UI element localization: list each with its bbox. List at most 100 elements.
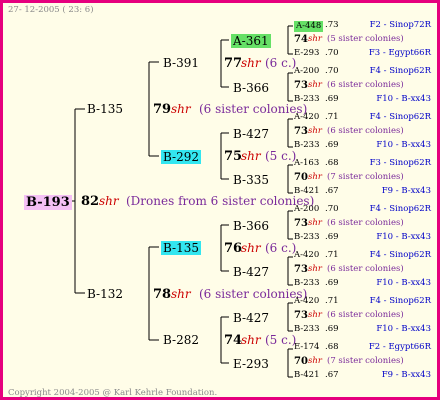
gen6-origin: F10 - B-xx43 [376,324,431,334]
gen6-origin: F4 - Sinop62R [369,204,431,214]
gen6-origin: F10 - B-xx43 [376,94,431,104]
gen6-origin: F4 - Sinop62R [369,250,431,260]
gen4-note: (6 c.) [265,56,297,70]
copyright: Copyright 2004-2005 @ Karl Kehrle Founda… [8,388,218,398]
gen6-colony: A-448 [294,21,324,32]
gen6-colony: B-421 [294,186,320,196]
gen3-colony: B-391 [163,56,199,70]
gen6-count: 73 [294,264,308,275]
gen6-value: .68 [325,342,339,352]
gen4-shr: shr [241,149,261,163]
gen6-colony: A-200 [294,66,320,76]
gen2-bottom-count: 78 [153,287,172,302]
gen6-note: (6 sister colonies) [327,310,404,320]
gen6-count: 73 [294,218,308,229]
gen6-origin: F3 - Sinop62R [369,158,431,168]
gen2-top-note: (6 sister colonies) [199,102,308,116]
gen5-colony: E-293 [233,357,269,371]
gen6-shr: shr [308,80,322,90]
gen6-count: 70 [294,356,308,367]
gen2-top-count: 79 [153,102,172,117]
gen4-count: 75 [224,149,243,164]
gen2-bottom-note: (6 sister colonies) [199,287,308,301]
gen5-colony: B-335 [233,173,269,187]
gen4-shr: shr [241,241,261,255]
gen5-colony: B-427 [233,265,269,279]
gen6-value: .71 [325,112,339,122]
gen4-note: (6 c.) [265,241,297,255]
gen4-note: (5 c.) [265,149,297,163]
gen6-colony: B-233 [294,232,320,242]
gen6-origin: F4 - Sinop62R [369,296,431,306]
gen4-shr: shr [241,333,261,347]
root-note: (Drones from 6 sister colonies) [126,194,315,208]
gen5-colony: B-427 [233,311,269,325]
gen6-shr: shr [308,264,322,274]
gen6-colony: A-420 [294,250,320,260]
gen6-value: .69 [325,140,339,150]
gen6-colony: B-233 [294,94,320,104]
gen6-note: (6 sister colonies) [327,80,404,90]
gen3-colony: B-282 [163,333,199,347]
gen6-value: .70 [325,48,339,58]
gen4-note: (5 c.) [265,333,297,347]
gen6-value: .69 [325,324,339,334]
gen6-colony: B-421 [294,370,320,380]
gen6-shr: shr [308,126,322,136]
gen4-shr: shr [241,56,261,70]
gen6-value: .71 [325,250,339,260]
gen6-origin: F3 - Egypt66R [368,48,431,58]
gen5-colony: B-366 [233,219,269,233]
gen6-origin: F10 - B-xx43 [376,232,431,242]
gen6-note: (5 sister colonies) [327,34,404,44]
gen6-count: 73 [294,310,308,321]
gen6-origin: F9 - B-xx43 [381,370,431,380]
gen6-colony: B-233 [294,140,320,150]
gen6-value: .68 [325,158,339,168]
gen6-shr: shr [308,172,322,182]
gen6-origin: F4 - Sinop62R [369,112,431,122]
gen2-bottom-shr: shr [171,287,191,301]
gen6-colony: A-163 [294,158,320,168]
gen6-colony: A-200 [294,204,320,214]
gen6-value: .73 [325,20,339,30]
gen6-count: 73 [294,80,308,91]
gen6-origin: F2 - Sinop72R [369,20,431,30]
gen6-origin: F4 - Sinop62R [369,66,431,76]
gen6-count: 74 [294,34,308,45]
gen4-count: 77 [224,56,243,71]
gen3-colony: B-292 [161,150,201,164]
gen6-colony: E-174 [294,342,320,352]
gen1-bottom-colony: B-132 [87,287,123,301]
gen6-note: (6 sister colonies) [327,218,404,228]
gen6-shr: shr [308,310,322,320]
gen6-shr: shr [308,218,322,228]
gen6-value: .69 [325,278,339,288]
gen6-value: .69 [325,232,339,242]
gen6-value: .70 [325,204,339,214]
gen6-shr: shr [308,34,322,44]
root-colony: B-193 [24,195,72,210]
root-count: 82 [81,194,100,209]
gen6-value: .70 [325,66,339,76]
gen6-value: .67 [325,186,339,196]
gen4-count: 74 [224,333,243,348]
pedigree-frame: 27- 12-2005 ( 23: 6) Copyright 2004-2005… [0,0,440,400]
gen6-count: 73 [294,126,308,137]
date-stamp: 27- 12-2005 ( 23: 6) [8,5,94,15]
gen4-count: 76 [224,241,243,256]
gen6-colony: A-420 [294,112,320,122]
gen6-colony: A-420 [294,296,320,306]
gen6-origin: F10 - B-xx43 [376,278,431,288]
gen6-note: (7 sister colonies) [327,356,404,366]
gen6-colony: B-233 [294,324,320,334]
gen3-colony: B-135 [161,241,201,255]
gen6-value: .71 [325,296,339,306]
gen6-origin: F9 - B-xx43 [381,186,431,196]
gen6-note: (6 sister colonies) [327,264,404,274]
gen6-count: 70 [294,172,308,183]
gen1-top-colony: B-135 [87,102,123,116]
gen5-colony: B-427 [233,127,269,141]
gen6-value: .67 [325,370,339,380]
gen6-colony: E-293 [294,48,320,58]
